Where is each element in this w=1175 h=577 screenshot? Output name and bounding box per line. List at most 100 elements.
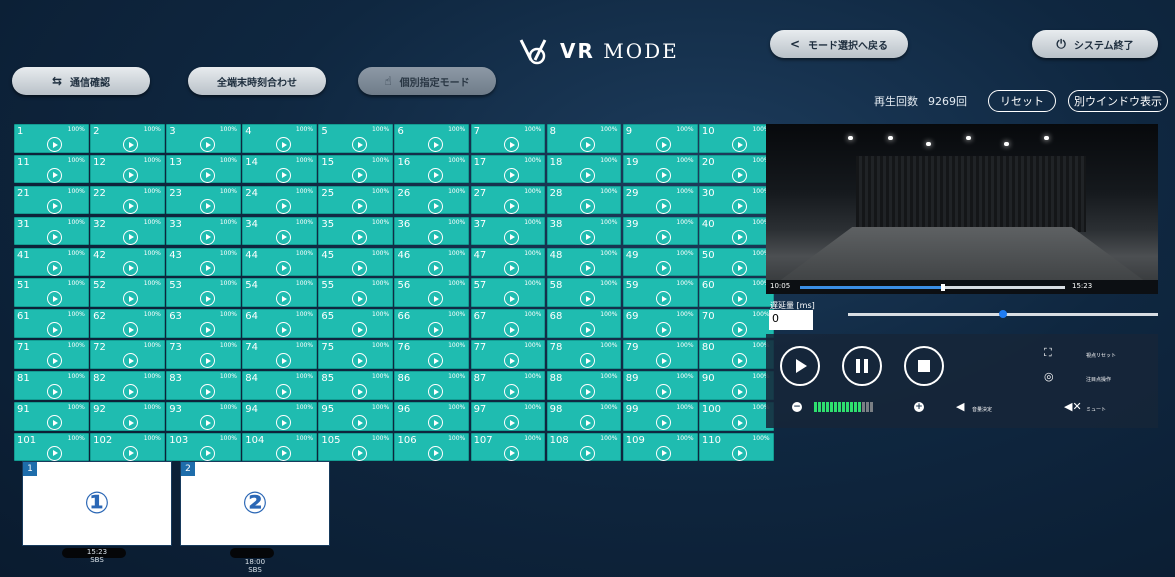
device-cell[interactable]: 33 100% [166, 216, 241, 246]
device-play-icon[interactable] [199, 291, 215, 307]
device-cell[interactable]: 60 100% [698, 278, 774, 307]
device-play-icon[interactable] [351, 260, 367, 276]
device-cell[interactable]: 72 100% [90, 340, 165, 369]
device-cell[interactable]: 91 100% [14, 402, 89, 431]
device-cell[interactable]: 44 100% [242, 247, 318, 277]
device-cell[interactable]: 10 100% [698, 124, 774, 153]
device-play-icon[interactable] [732, 167, 748, 183]
device-play-icon[interactable] [351, 291, 367, 307]
device-cell[interactable]: 53 100% [166, 278, 241, 307]
device-play-icon[interactable] [275, 260, 291, 276]
stop-button[interactable] [904, 346, 944, 386]
speaker-icon[interactable]: ◀ [956, 400, 964, 413]
device-play-icon[interactable] [656, 415, 672, 431]
device-cell[interactable]: 107 100% [470, 432, 546, 462]
device-play-icon[interactable] [199, 445, 215, 461]
device-play-icon[interactable] [47, 353, 63, 369]
device-play-icon[interactable] [275, 167, 291, 183]
device-play-icon[interactable] [503, 384, 519, 400]
device-cell[interactable]: 73 100% [166, 340, 241, 369]
device-cell[interactable]: 81 100% [14, 371, 89, 400]
device-play-icon[interactable] [351, 198, 367, 214]
device-cell[interactable]: 110 100% [698, 432, 774, 462]
device-play-icon[interactable] [427, 229, 443, 245]
device-cell[interactable]: 41 100% [14, 247, 89, 277]
device-cell[interactable]: 75 100% [318, 340, 394, 369]
device-cell[interactable]: 51 100% [14, 278, 89, 307]
device-play-icon[interactable] [732, 260, 748, 276]
device-play-icon[interactable] [427, 322, 443, 338]
device-cell[interactable]: 79 100% [622, 340, 698, 369]
device-cell[interactable]: 14 100% [242, 154, 318, 184]
device-play-icon[interactable] [47, 322, 63, 338]
device-play-icon[interactable] [580, 167, 596, 183]
device-play-icon[interactable] [199, 137, 215, 152]
device-cell[interactable]: 42 100% [90, 247, 165, 277]
device-play-icon[interactable] [47, 137, 63, 152]
device-cell[interactable]: 77 100% [470, 340, 546, 369]
device-play-icon[interactable] [199, 353, 215, 369]
device-play-icon[interactable] [732, 384, 748, 400]
device-cell[interactable]: 69 100% [622, 309, 698, 338]
device-cell[interactable]: 78 100% [546, 340, 622, 369]
device-cell[interactable]: 71 100% [14, 340, 89, 369]
device-cell[interactable]: 57 100% [470, 278, 546, 307]
device-cell[interactable]: 63 100% [166, 309, 241, 338]
device-cell[interactable]: 37 100% [470, 216, 546, 246]
device-cell[interactable]: 83 100% [166, 371, 241, 400]
play-button[interactable] [780, 346, 820, 386]
device-cell[interactable]: 68 100% [546, 309, 622, 338]
device-play-icon[interactable] [580, 353, 596, 369]
device-play-icon[interactable] [351, 137, 367, 152]
device-play-icon[interactable] [656, 260, 672, 276]
seek-track[interactable] [800, 284, 1065, 291]
device-cell[interactable]: 17 100% [470, 154, 546, 184]
device-cell[interactable]: 47 100% [470, 247, 546, 277]
device-play-icon[interactable] [503, 229, 519, 245]
device-cell[interactable]: 76 100% [394, 340, 470, 369]
device-play-icon[interactable] [199, 260, 215, 276]
device-cell[interactable]: 85 100% [318, 371, 394, 400]
device-play-icon[interactable] [199, 322, 215, 338]
device-play-icon[interactable] [47, 260, 63, 276]
device-cell[interactable]: 108 100% [546, 432, 622, 462]
device-play-icon[interactable] [732, 445, 748, 461]
device-play-icon[interactable] [732, 229, 748, 245]
device-play-icon[interactable] [732, 198, 748, 214]
device-play-icon[interactable] [580, 229, 596, 245]
device-play-icon[interactable] [503, 353, 519, 369]
device-cell[interactable]: 87 100% [470, 371, 546, 400]
device-cell[interactable]: 54 100% [242, 278, 318, 307]
device-cell[interactable]: 104 100% [242, 432, 318, 462]
device-cell[interactable]: 13 100% [166, 154, 241, 184]
device-play-icon[interactable] [275, 229, 291, 245]
device-cell[interactable]: 56 100% [394, 278, 470, 307]
device-play-icon[interactable] [47, 229, 63, 245]
device-play-icon[interactable] [427, 167, 443, 183]
device-play-icon[interactable] [503, 260, 519, 276]
delay-slider[interactable] [848, 310, 1158, 318]
device-cell[interactable]: 65 100% [318, 309, 394, 338]
device-cell[interactable]: 22 100% [90, 185, 165, 215]
device-play-icon[interactable] [503, 291, 519, 307]
device-play-icon[interactable] [580, 137, 596, 152]
content-thumbnail-2[interactable]: 2 ② [180, 461, 330, 546]
device-cell[interactable]: 55 100% [318, 278, 394, 307]
device-play-icon[interactable] [656, 198, 672, 214]
device-cell[interactable]: 106 100% [394, 432, 470, 462]
device-play-icon[interactable] [427, 291, 443, 307]
device-cell[interactable]: 99 100% [622, 402, 698, 431]
device-cell[interactable]: 6 100% [394, 124, 470, 153]
device-cell[interactable]: 102 100% [90, 432, 165, 462]
device-cell[interactable]: 24 100% [242, 185, 318, 215]
device-cell[interactable]: 86 100% [394, 371, 470, 400]
device-play-icon[interactable] [732, 415, 748, 431]
device-cell[interactable]: 98 100% [546, 402, 622, 431]
device-cell[interactable]: 97 100% [470, 402, 546, 431]
device-play-icon[interactable] [351, 322, 367, 338]
device-cell[interactable]: 61 100% [14, 309, 89, 338]
comm-check-button[interactable]: ⇆ 通信確認 [12, 67, 150, 95]
device-play-icon[interactable] [732, 137, 748, 152]
device-cell[interactable]: 49 100% [622, 247, 698, 277]
view-reset-icon[interactable]: ⛶ [1044, 346, 1052, 360]
